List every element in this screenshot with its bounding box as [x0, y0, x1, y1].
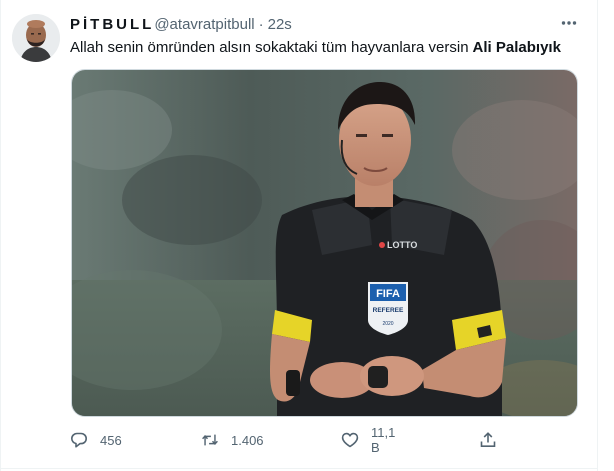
badge-sub: REFEREE [373, 307, 404, 314]
like-count: 11,1 B [371, 425, 396, 455]
separator-dot: · [258, 15, 264, 33]
tweet-media[interactable]: LOTTO FIFA REFEREE 2020 [71, 69, 578, 417]
more-dots-icon[interactable] [558, 12, 580, 34]
avatar-image [12, 14, 60, 62]
user-handle[interactable]: @atavratpitbull [154, 16, 254, 33]
reply-count: 456 [100, 432, 122, 448]
retweet-button[interactable]: 1.406 [201, 430, 264, 450]
jersey-logo: LOTTO [387, 240, 417, 250]
like-button[interactable]: 11,1 B [341, 425, 395, 455]
timestamp[interactable]: 22s [268, 16, 292, 33]
right-border [597, 0, 598, 471]
reply-button[interactable]: 456 [70, 430, 122, 450]
heart-icon [341, 431, 359, 449]
tweet-header: PİTBULL @atavratpitbull · 22s [70, 14, 292, 34]
retweet-icon [201, 431, 219, 449]
display-name[interactable]: PİTBULL [70, 16, 154, 33]
share-button[interactable] [479, 430, 497, 450]
tweet-body: Allah senin ömründen alsın sokaktaki tüm… [70, 39, 469, 56]
tweet-text: Allah senin ömründen alsın sokaktaki tüm… [70, 38, 561, 58]
referee-photo: LOTTO FIFA REFEREE 2020 [72, 70, 577, 416]
bottom-divider [0, 468, 597, 469]
left-border [0, 0, 1, 471]
share-icon [479, 431, 497, 449]
badge-title: FIFA [376, 288, 400, 300]
reply-icon [70, 431, 88, 449]
tweet[interactable]: PİTBULL @atavratpitbull · 22s Allah seni… [0, 0, 614, 471]
mentioned-name[interactable]: Ali Palabıyık [473, 39, 561, 56]
avatar[interactable] [12, 14, 60, 62]
badge-year: 2020 [382, 321, 393, 327]
retweet-count: 1.406 [231, 432, 264, 448]
